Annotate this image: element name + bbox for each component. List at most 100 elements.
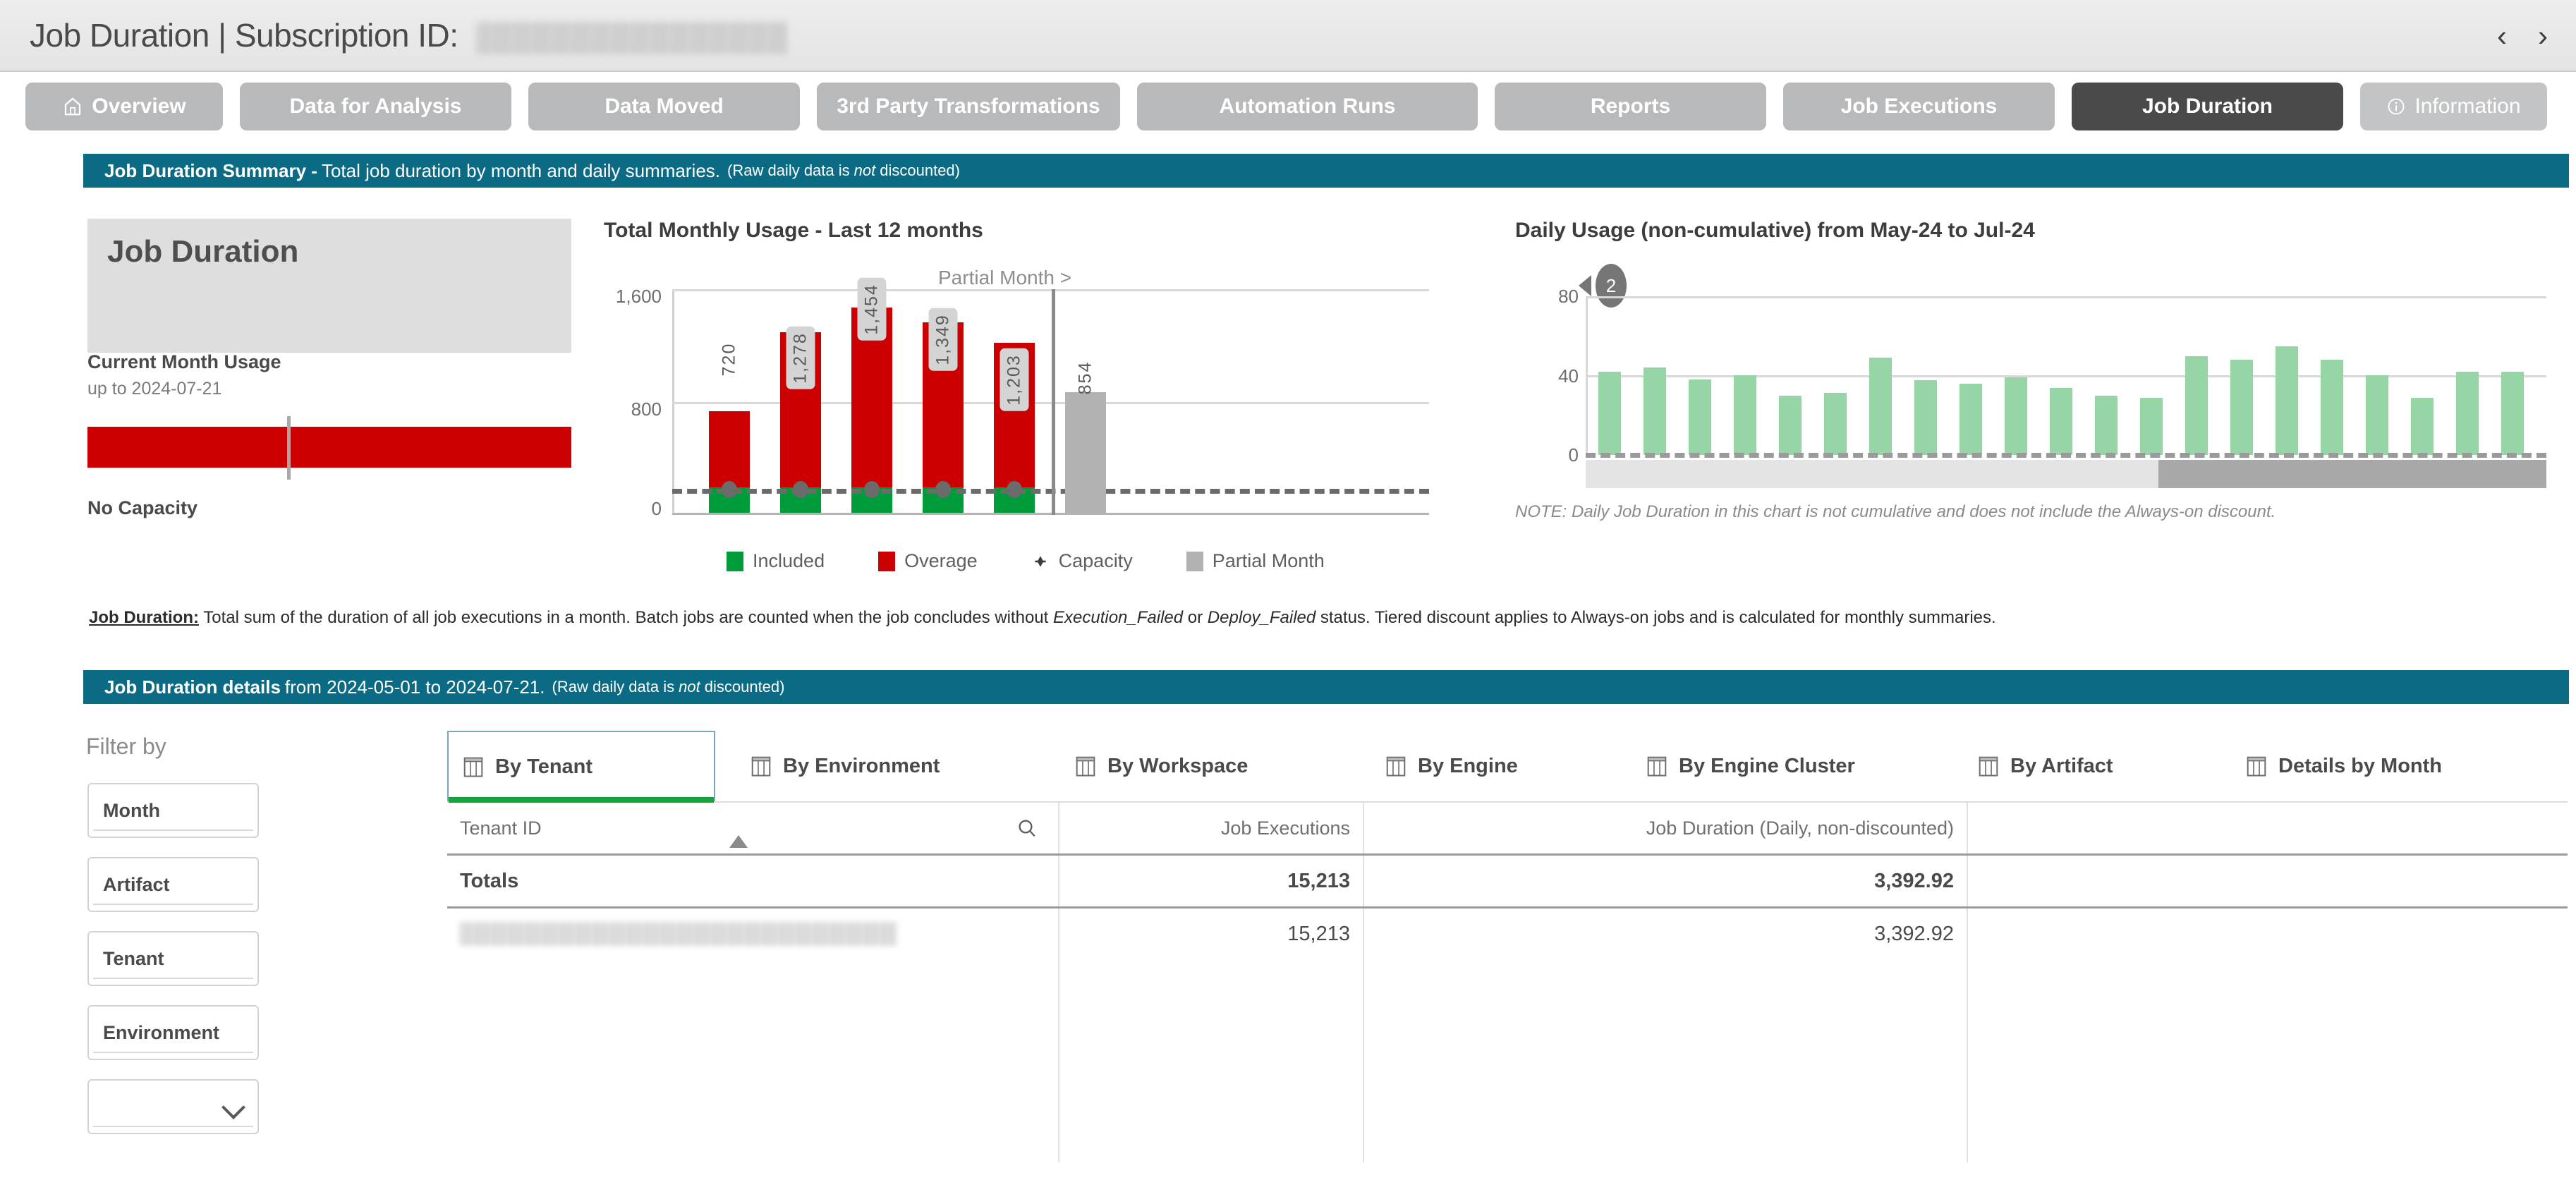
filter-tenant[interactable]: Tenant <box>87 931 259 986</box>
column-header-job-executions-label: Job Executions <box>1220 817 1350 839</box>
table-icon <box>463 757 483 777</box>
detail-tab-by-artifact[interactable]: By Artifact <box>1964 731 2197 801</box>
filter-environment[interactable]: Environment <box>87 1005 259 1060</box>
daily-bar-14[interactable] <box>2185 356 2208 455</box>
monthly-capacity-dot-1 <box>722 481 737 498</box>
detail-tab-by-engine-cluster[interactable]: By Engine Cluster <box>1632 731 1921 801</box>
daily-bar-7[interactable] <box>1869 358 1892 455</box>
tab-data-moved[interactable]: Data Moved <box>528 83 800 130</box>
cell-tenant-id[interactable] <box>447 909 1058 959</box>
daily-bar-16[interactable] <box>2276 346 2298 455</box>
filter-month[interactable]: Month <box>87 783 259 838</box>
detail-tab-by-tenant[interactable]: By Tenant <box>447 731 715 803</box>
detail-tab-by-workspace[interactable]: By Workspace <box>1061 731 1336 801</box>
legend-item-partial-month[interactable]: Partial Month <box>1186 550 1325 572</box>
column-header-job-executions[interactable]: Job Executions <box>1058 803 1363 853</box>
tab-job-executions[interactable]: Job Executions <box>1783 83 2055 130</box>
sort-ascending-icon[interactable] <box>729 835 748 848</box>
job-duration-table: Tenant ID Job Executions Job Duration (D… <box>447 803 2568 1162</box>
monthly-usage-chart[interactable]: 720 1,278 1,454 1,349 1,203 854 <box>672 278 1429 515</box>
monthly-capacity-dot-5 <box>1007 481 1022 498</box>
legend-item-included[interactable]: Included <box>727 550 825 572</box>
daily-bar-19[interactable] <box>2411 398 2434 455</box>
daily-bar-11[interactable] <box>2050 388 2072 455</box>
next-sheet-arrow[interactable]: › <box>2538 21 2548 51</box>
legend-label-capacity: Capacity <box>1058 550 1133 571</box>
current-month-usage-bar <box>87 427 571 468</box>
cell-blank <box>1967 909 2568 959</box>
table-row[interactable]: 15,213 3,392.92 <box>447 909 2568 959</box>
tab-data-for-analysis[interactable]: Data for Analysis <box>240 83 511 130</box>
daily-bar-10[interactable] <box>2005 377 2027 455</box>
filter-artifact[interactable]: Artifact <box>87 857 259 912</box>
legend-item-overage[interactable]: Overage <box>878 550 978 572</box>
table-icon <box>751 756 771 777</box>
detail-tab-by-engine-cluster-label: By Engine Cluster <box>1679 754 1855 777</box>
daily-bar-12[interactable] <box>2095 396 2118 455</box>
daily-bar-4[interactable] <box>1734 375 1756 455</box>
filter-by-title: Filter by <box>86 734 166 759</box>
detail-tab-details-by-month[interactable]: Details by Month <box>2232 731 2514 801</box>
daily-bar-20[interactable] <box>2456 372 2479 455</box>
legend-item-capacity[interactable]: Capacity <box>1031 550 1133 572</box>
daily-bar-2[interactable] <box>1644 367 1666 455</box>
column-header-blank <box>1967 803 2568 853</box>
monthly-partial-divider <box>1052 289 1055 515</box>
cell-job-duration: 3,392.92 <box>1363 909 1967 959</box>
tab-automation-runs[interactable]: Automation Runs <box>1137 83 1478 130</box>
column-header-tenant-id[interactable]: Tenant ID <box>447 803 1058 853</box>
monthly-capacity-dot-4 <box>935 481 951 498</box>
legend-swatch-overage <box>878 551 896 571</box>
monthly-partial-month-annotation[interactable]: Partial Month > <box>938 267 1071 289</box>
table-header-row: Tenant ID Job Executions Job Duration (D… <box>447 803 2568 853</box>
footnote-term: Job Duration: <box>89 608 199 627</box>
main-tab-bar: Overview Data for Analysis Data Moved 3r… <box>0 78 2576 135</box>
tab-reports[interactable]: Reports <box>1495 83 1766 130</box>
daily-bar-1[interactable] <box>1598 372 1621 455</box>
daily-bar-9[interactable] <box>1960 384 1982 455</box>
summary-banner-bold: Job Duration Summary - <box>104 159 317 181</box>
search-icon[interactable] <box>1016 817 1038 839</box>
tab-information[interactable]: Information <box>2360 83 2547 130</box>
monthly-chart-title: Total Monthly Usage - Last 12 months <box>604 219 983 242</box>
detail-tab-by-artifact-label: By Artifact <box>2010 754 2113 777</box>
filter-tenant-label: Tenant <box>103 947 164 969</box>
daily-usage-chart[interactable] <box>1586 296 2546 458</box>
daily-chart-pager-arrow[interactable] <box>1579 275 1591 296</box>
monthly-ytick-1600: 1,600 <box>615 286 662 307</box>
monthly-bar-partial[interactable] <box>1065 392 1106 513</box>
daily-bar-3[interactable] <box>1689 379 1711 455</box>
tab-3rd-party-transformations[interactable]: 3rd Party Transformations <box>817 83 1120 130</box>
monthly-bar-1-label: 720 <box>719 342 739 377</box>
detail-tab-by-environment[interactable]: By Environment <box>736 731 1019 801</box>
filter-artifact-label: Artifact <box>103 873 170 895</box>
daily-bar-18[interactable] <box>2366 375 2388 455</box>
tab-job-duration[interactable]: Job Duration <box>2072 83 2343 130</box>
daily-bar-17[interactable] <box>2321 360 2343 455</box>
daily-gridline-40 <box>1586 375 2546 377</box>
job-duration-kpi-box: Job Duration <box>87 219 571 353</box>
summary-banner-paren-em: not <box>853 162 876 179</box>
daily-bar-5[interactable] <box>1779 396 1802 455</box>
daily-bar-21[interactable] <box>2501 372 2524 455</box>
details-banner-bold: Job Duration details <box>104 676 281 698</box>
daily-bar-6[interactable] <box>1824 393 1847 455</box>
column-header-job-duration[interactable]: Job Duration (Daily, non-discounted) <box>1363 803 1967 853</box>
sheet-navigation: ‹ › <box>2497 21 2548 51</box>
details-banner-paren-em: not <box>679 678 700 695</box>
legend-label-partial-month: Partial Month <box>1212 550 1325 571</box>
monthly-bar-5-label: 1,203 <box>1000 348 1029 411</box>
daily-bar-8[interactable] <box>1914 380 1937 455</box>
detail-tab-by-engine[interactable]: By Engine <box>1371 731 1583 801</box>
prev-sheet-arrow[interactable]: ‹ <box>2497 21 2507 51</box>
filter-dropdown[interactable] <box>87 1079 259 1134</box>
column-header-tenant-id-label: Tenant ID <box>460 817 542 839</box>
daily-bar-13[interactable] <box>2140 398 2163 455</box>
summary-banner-text: Total job duration by month and daily su… <box>321 159 721 181</box>
table-icon <box>1386 756 1406 777</box>
daily-chart-scrollbar-thumb[interactable] <box>2158 460 2546 488</box>
daily-bar-15[interactable] <box>2230 360 2253 455</box>
kpi-title: Job Duration <box>107 234 299 269</box>
monthly-capacity-dot-2 <box>793 481 808 498</box>
tab-overview[interactable]: Overview <box>25 83 223 130</box>
